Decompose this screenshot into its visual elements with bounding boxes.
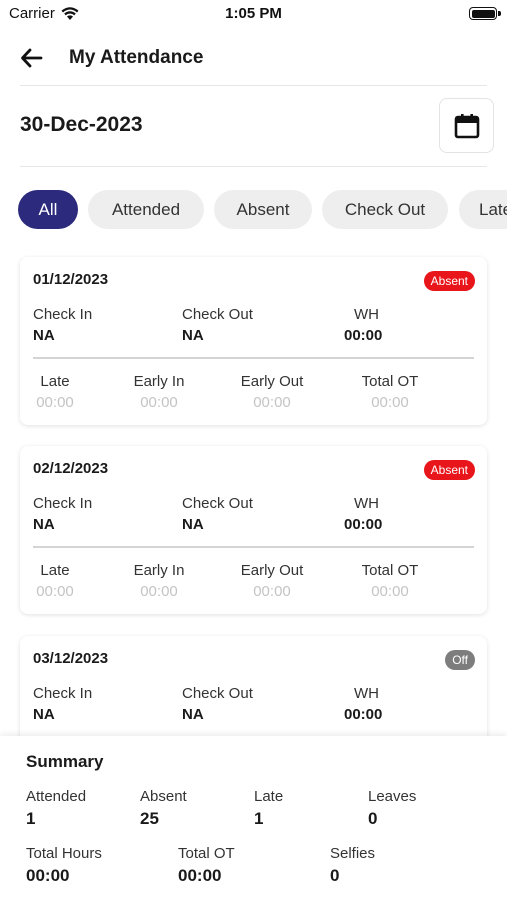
check-in-label: Check In: [33, 306, 93, 323]
filter-chip-check-out[interactable]: Check Out: [322, 190, 448, 229]
check-in-label: Check In: [33, 685, 93, 702]
wh-value: 00:00: [344, 516, 383, 533]
leaves-value: 0: [368, 809, 378, 828]
selected-date: 30-Dec-2023: [20, 113, 143, 136]
attendance-card[interactable]: 02/12/2023 Absent Check In Check Out WH …: [20, 446, 487, 614]
leaves-label: Leaves: [368, 788, 417, 805]
record-date: 02/12/2023: [33, 460, 109, 477]
check-in-value: NA: [33, 516, 55, 533]
check-out-label: Check Out: [182, 495, 253, 512]
arrow-left-icon: [21, 48, 43, 68]
check-in-value: NA: [33, 706, 55, 723]
record-date: 01/12/2023: [33, 271, 109, 288]
card-divider: [33, 546, 474, 548]
card-divider: [33, 357, 474, 359]
filter-chip-absent[interactable]: Absent: [214, 190, 312, 229]
late-value: 00:00: [36, 583, 74, 600]
total-hours-value: 00:00: [26, 866, 70, 885]
status-badge: Absent: [423, 460, 475, 480]
total-ot-value: 00:00: [371, 394, 409, 411]
check-out-label: Check Out: [182, 306, 253, 323]
total-ot-label: Total OT: [361, 373, 419, 390]
late-label: Late: [254, 788, 284, 805]
divider: [20, 166, 487, 167]
record-date: 03/12/2023: [33, 650, 109, 667]
total-ot-value: 00:00: [178, 866, 222, 885]
total-ot-value: 00:00: [371, 583, 409, 600]
late-label: Late: [40, 562, 70, 579]
early-out-value: 00:00: [253, 583, 291, 600]
wh-label: WH: [354, 306, 379, 323]
calendar-button[interactable]: [439, 98, 494, 153]
battery-icon: [469, 7, 501, 20]
late-value: 1: [254, 809, 264, 828]
attended-label: Attended: [26, 788, 87, 805]
attended-value: 1: [26, 809, 36, 828]
early-in-value: 00:00: [140, 394, 178, 411]
late-label: Late: [40, 373, 70, 390]
early-in-label: Early In: [133, 562, 185, 579]
filter-chip-all[interactable]: All: [18, 190, 78, 229]
early-in-value: 00:00: [140, 583, 178, 600]
calendar-icon: [454, 113, 479, 138]
absent-label: Absent: [140, 788, 187, 805]
total-ot-label: Total OT: [178, 845, 235, 862]
early-out-value: 00:00: [253, 394, 291, 411]
wh-value: 00:00: [344, 706, 383, 723]
filter-chips: All Attended Absent Check Out Late: [18, 190, 507, 230]
check-out-label: Check Out: [182, 685, 253, 702]
total-hours-label: Total Hours: [26, 845, 102, 862]
status-bar: Carrier 1:05 PM: [0, 0, 507, 28]
early-out-label: Early Out: [240, 562, 304, 579]
check-in-value: NA: [33, 327, 55, 344]
early-in-label: Early In: [133, 373, 185, 390]
filter-chip-late[interactable]: Late: [459, 190, 507, 229]
wh-label: WH: [354, 495, 379, 512]
back-button[interactable]: [18, 44, 46, 72]
check-in-label: Check In: [33, 495, 93, 512]
divider: [20, 85, 487, 86]
attendance-card[interactable]: 01/12/2023 Absent Check In Check Out WH …: [20, 257, 487, 425]
absent-value: 25: [140, 809, 159, 828]
selfies-label: Selfies: [330, 845, 376, 862]
wh-label: WH: [354, 685, 379, 702]
status-badge: Absent: [423, 271, 475, 291]
late-value: 00:00: [36, 394, 74, 411]
total-ot-label: Total OT: [361, 562, 419, 579]
app-header: My Attendance: [0, 30, 507, 86]
selfies-value: 0: [330, 866, 340, 885]
summary-title: Summary: [26, 752, 104, 771]
summary-panel: Summary Attended Absent Late Leaves 1 25…: [0, 736, 507, 900]
check-out-value: NA: [182, 516, 204, 533]
check-out-value: NA: [182, 327, 204, 344]
status-badge: Off: [445, 650, 475, 670]
status-time: 1:05 PM: [225, 5, 282, 22]
check-out-value: NA: [182, 706, 204, 723]
wh-value: 00:00: [344, 327, 383, 344]
early-out-label: Early Out: [240, 373, 304, 390]
filter-chip-attended[interactable]: Attended: [88, 190, 204, 229]
page-title: My Attendance: [69, 47, 204, 68]
